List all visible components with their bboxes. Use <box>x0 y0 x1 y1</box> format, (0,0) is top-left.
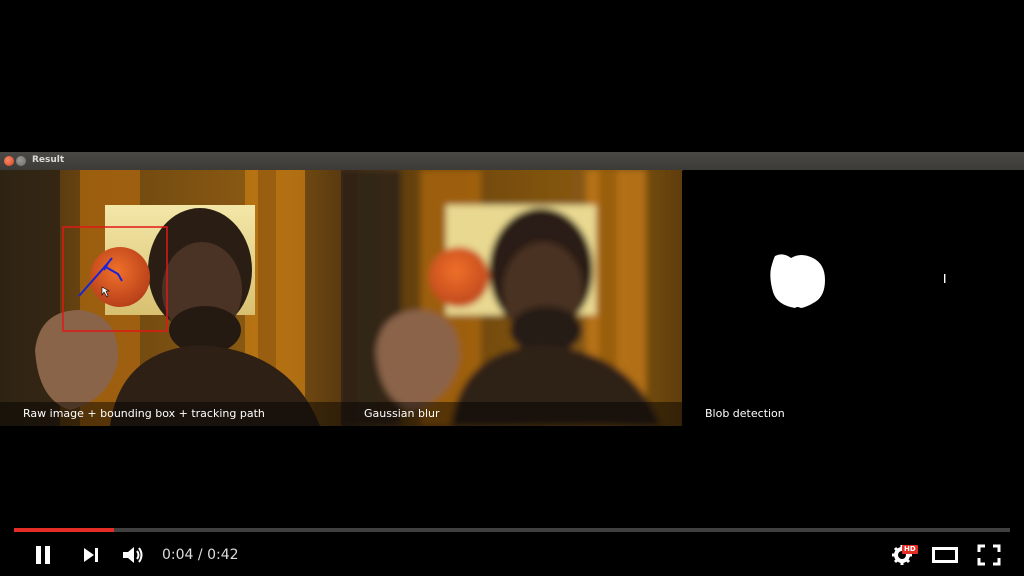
detected-blob <box>770 254 825 308</box>
volume-icon <box>123 547 143 563</box>
next-button[interactable] <box>78 541 104 569</box>
blob-detection-panel: Blob detection <box>683 170 1024 426</box>
duration: 0:42 <box>207 547 239 563</box>
time-display: 0:04 / 0:42 <box>162 545 239 565</box>
time-separator: / <box>197 547 203 563</box>
gaussian-blur-panel: Gaussian blur <box>341 170 682 426</box>
result-window: Result Raw image + bounding box + tracki… <box>0 152 1024 426</box>
current-time: 0:04 <box>162 547 194 563</box>
theater-icon <box>932 547 958 563</box>
progress-bar[interactable] <box>14 528 1010 532</box>
gaussian-blur-caption: Gaussian blur <box>341 402 682 426</box>
blob-detection-caption: Blob detection <box>705 407 785 420</box>
noise-speck <box>944 274 946 283</box>
window-close-button[interactable] <box>4 156 14 166</box>
progress-played <box>14 528 114 532</box>
blob-mask <box>683 170 1024 426</box>
video-player[interactable]: Result Raw image + bounding box + tracki… <box>0 0 1024 576</box>
window-minimize-button[interactable] <box>16 156 26 166</box>
window-titlebar[interactable]: Result <box>0 152 1024 171</box>
window-title: Result <box>32 155 65 165</box>
fullscreen-button[interactable] <box>974 541 1004 569</box>
raw-image-panel: Raw image + bounding box + tracking path <box>0 170 341 426</box>
raw-image-caption: Raw image + bounding box + tracking path <box>0 402 341 426</box>
hd-badge: HD <box>902 545 918 554</box>
volume-button[interactable] <box>118 541 148 569</box>
fullscreen-icon <box>977 544 1001 566</box>
pause-button[interactable] <box>29 541 57 569</box>
blurred-camera-frame <box>341 170 682 426</box>
pause-icon <box>36 546 50 564</box>
raw-camera-frame <box>0 170 341 426</box>
next-icon <box>84 548 98 562</box>
theater-mode-button[interactable] <box>930 541 960 569</box>
